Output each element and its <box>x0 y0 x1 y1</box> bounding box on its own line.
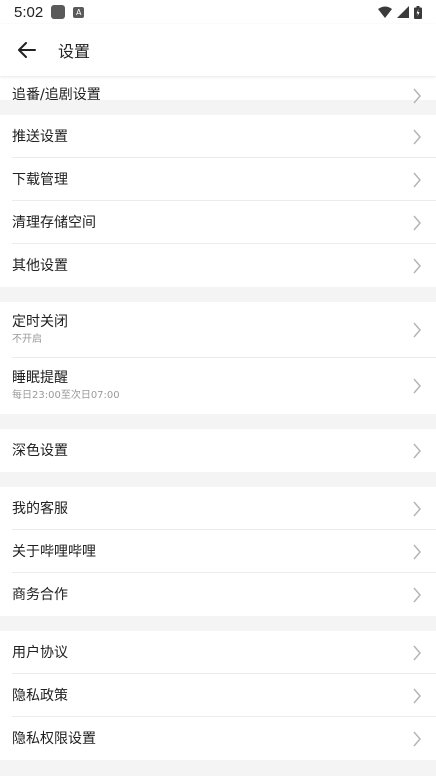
settings-group-dark: 深色设置 <box>0 429 436 472</box>
chevron-right-icon <box>413 688 421 703</box>
row-label: 用户协议 <box>12 644 68 661</box>
row-label: 其他设置 <box>12 257 68 274</box>
row-label: 深色设置 <box>12 442 68 459</box>
setting-row-privacy-permissions[interactable]: 隐私权限设置 <box>0 717 436 760</box>
signal-icon <box>397 6 409 18</box>
setting-row-timer-close[interactable]: 定时关闭 不开启 <box>0 302 436 358</box>
row-texts: 定时关闭 不开启 <box>12 313 68 347</box>
app-bar: 设置 <box>0 24 436 76</box>
chevron-right-icon <box>413 731 421 746</box>
setting-row-storage[interactable]: 清理存储空间 <box>0 201 436 244</box>
row-label: 隐私权限设置 <box>12 730 96 747</box>
chevron-right-icon <box>413 443 421 458</box>
notification-a-icon: A <box>73 6 85 18</box>
row-label: 我的客服 <box>12 500 68 517</box>
chevron-right-icon <box>413 501 421 516</box>
chevron-right-icon <box>413 258 421 273</box>
chevron-right-icon <box>413 172 421 187</box>
setting-row-follow-settings[interactable]: 追番/追剧设置 <box>0 76 436 104</box>
chevron-right-icon <box>413 587 421 602</box>
setting-row-sleep-reminder[interactable]: 睡眠提醒 每日23:00至次日07:00 <box>0 358 436 414</box>
setting-row-dark-mode[interactable]: 深色设置 <box>0 429 436 472</box>
status-bar: 5:02 A <box>0 0 436 24</box>
row-texts: 睡眠提醒 每日23:00至次日07:00 <box>12 369 120 403</box>
setting-row-privacy-policy[interactable]: 隐私政策 <box>0 674 436 717</box>
arrow-left-icon <box>18 42 36 58</box>
settings-group-timer: 定时关闭 不开启 睡眠提醒 每日23:00至次日07:00 <box>0 302 436 414</box>
chevron-right-icon <box>413 129 421 144</box>
setting-row-business[interactable]: 商务合作 <box>0 573 436 616</box>
setting-row-download[interactable]: 下载管理 <box>0 158 436 201</box>
setting-row-push[interactable]: 推送设置 <box>0 115 436 158</box>
row-sublabel: 每日23:00至次日07:00 <box>12 390 120 401</box>
chevron-right-icon <box>413 88 421 104</box>
chevron-right-icon <box>413 645 421 660</box>
chevron-right-icon <box>413 215 421 230</box>
row-label: 定时关闭 <box>12 314 68 330</box>
chevron-right-icon <box>413 544 421 559</box>
row-label: 隐私政策 <box>12 687 68 704</box>
wifi-icon <box>378 6 392 18</box>
notification-app-icon <box>51 5 66 19</box>
settings-group-legal: 用户协议 隐私政策 隐私权限设置 <box>0 631 436 760</box>
status-time: 5:02 <box>14 3 44 21</box>
setting-row-about[interactable]: 关于哔哩哔哩 <box>0 530 436 573</box>
chevron-right-icon <box>413 378 421 394</box>
chevron-right-icon <box>413 322 421 338</box>
back-button[interactable] <box>0 24 54 76</box>
row-label: 商务合作 <box>12 586 68 603</box>
settings-group-about: 我的客服 关于哔哩哔哩 商务合作 <box>0 487 436 616</box>
settings-group-general: 推送设置 下载管理 清理存储空间 其他设置 <box>0 115 436 287</box>
row-sublabel: 不开启 <box>12 334 42 345</box>
settings-group-follow: 追番/追剧设置 <box>0 76 436 104</box>
status-indicators <box>378 5 422 19</box>
row-label: 推送设置 <box>12 128 68 145</box>
row-label: 下载管理 <box>12 171 68 188</box>
row-label: 追番/追剧设置 <box>12 87 101 103</box>
setting-row-customer-service[interactable]: 我的客服 <box>0 487 436 530</box>
row-label: 睡眠提醒 <box>12 370 68 386</box>
page-title: 设置 <box>58 42 91 61</box>
battery-icon <box>414 5 422 19</box>
settings-list: 追番/追剧设置 推送设置 下载管理 清理存储空间 其他设置 定时关闭 不开启 睡… <box>0 76 436 776</box>
setting-row-other[interactable]: 其他设置 <box>0 244 436 287</box>
row-label: 关于哔哩哔哩 <box>12 543 96 560</box>
setting-row-user-agreement[interactable]: 用户协议 <box>0 631 436 674</box>
row-label: 清理存储空间 <box>12 214 96 231</box>
